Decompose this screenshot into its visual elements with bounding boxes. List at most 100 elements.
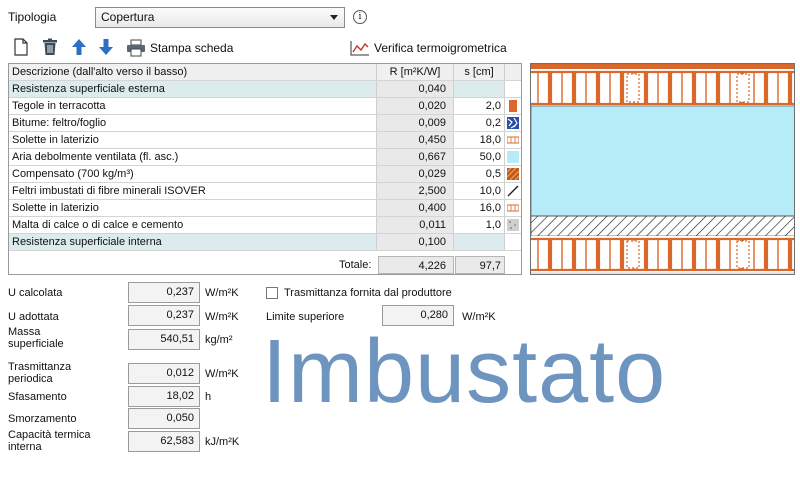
cross-section-drawing bbox=[531, 64, 794, 274]
brick-slab-top bbox=[531, 69, 794, 106]
mortar-layer bbox=[531, 272, 794, 274]
arrow-down-icon[interactable] bbox=[97, 38, 115, 56]
surface-mass-label-line1: Massa bbox=[8, 326, 41, 338]
air-swatch bbox=[507, 151, 519, 163]
typology-selected-value: Copertura bbox=[101, 10, 155, 24]
layer-swatch-cell bbox=[505, 200, 521, 216]
bitumen-swatch bbox=[507, 117, 519, 129]
surface-resistance-row[interactable]: Resistenza superficiale interna 0,100 bbox=[9, 234, 521, 251]
column-header-thickness: s [cm] bbox=[454, 64, 505, 80]
layer-description: Aria debolmente ventilata (fl. asc.) bbox=[9, 149, 377, 165]
total-resistance: 4,226 bbox=[378, 256, 454, 274]
damping-label: Smorzamento bbox=[8, 413, 77, 425]
hygrothermal-check-label: Verifica termoigrometrica bbox=[374, 41, 507, 55]
layer-row[interactable]: Feltri imbustati di fibre minerali ISOVE… bbox=[9, 183, 521, 200]
chart-line-icon bbox=[350, 41, 369, 56]
layer-description: Feltri imbustati di fibre minerali ISOVE… bbox=[9, 183, 377, 199]
layer-thickness: 0,2 bbox=[454, 115, 505, 131]
layer-description: Compensato (700 kg/m³) bbox=[9, 166, 377, 182]
layer-swatch-cell bbox=[505, 149, 521, 165]
phase-shift-unit: h bbox=[205, 391, 212, 403]
periodic-transmittance-unit: W/m²K bbox=[205, 368, 239, 380]
layer-thickness: 2,0 bbox=[454, 98, 505, 114]
new-document-icon[interactable] bbox=[13, 38, 29, 56]
layer-resistance: 0,450 bbox=[377, 132, 454, 148]
delete-icon[interactable] bbox=[41, 38, 59, 56]
layer-thickness: 0,5 bbox=[454, 166, 505, 182]
brick-swatch bbox=[507, 204, 519, 212]
damping-value: 0,050 bbox=[128, 408, 200, 429]
layer-swatch-cell bbox=[505, 166, 521, 182]
brick-swatch bbox=[507, 136, 519, 144]
layer-description: Bitume: feltro/foglio bbox=[9, 115, 377, 131]
internal-capacity-value: 62,583 bbox=[128, 431, 200, 452]
u-calculated-unit: W/m²K bbox=[205, 287, 239, 299]
layer-resistance: 0,667 bbox=[377, 149, 454, 165]
internal-capacity-label-line2: interna bbox=[8, 441, 42, 453]
periodic-transmittance-value: 0,012 bbox=[128, 363, 200, 384]
typology-select[interactable]: Copertura bbox=[95, 7, 345, 28]
column-header-swatch bbox=[505, 64, 521, 80]
surface-mass-label-line2: superficiale bbox=[8, 338, 64, 350]
layer-resistance: 0,011 bbox=[377, 217, 454, 233]
phase-shift-label: Sfasamento bbox=[8, 391, 67, 403]
air-layer bbox=[531, 105, 794, 217]
layer-resistance: 0,400 bbox=[377, 200, 454, 216]
periodic-transmittance-label-line2: periodica bbox=[8, 373, 53, 385]
total-thickness: 97,7 bbox=[455, 256, 505, 274]
layers-table: Descrizione (dall'alto verso il basso) R… bbox=[8, 63, 522, 275]
layer-row[interactable]: Aria debolmente ventilata (fl. asc.) 0,66… bbox=[9, 149, 521, 166]
mortar-swatch bbox=[507, 219, 519, 231]
layer-row[interactable]: Malta di calce o di calce e cemento 0,011… bbox=[9, 217, 521, 234]
layer-swatch-cell bbox=[505, 115, 521, 131]
layer-row[interactable]: Solette in laterizio 0,450 18,0 bbox=[9, 132, 521, 149]
felt-layer bbox=[531, 215, 794, 237]
layer-thickness: 50,0 bbox=[454, 149, 505, 165]
arrow-up-icon[interactable] bbox=[70, 38, 88, 56]
terracotta-swatch bbox=[509, 100, 517, 112]
internal-capacity-label-line1: Capacità termica bbox=[8, 429, 91, 441]
column-header-resistance: R [m²K/W] bbox=[377, 64, 454, 80]
layer-thickness bbox=[454, 81, 505, 97]
layer-description: Resistenza superficiale interna bbox=[9, 234, 377, 250]
layer-resistance: 0,100 bbox=[377, 234, 454, 250]
info-glyph: i bbox=[358, 12, 362, 22]
producer-transmittance-checkbox[interactable] bbox=[266, 287, 278, 299]
u-adopted-value[interactable]: 0,237 bbox=[128, 305, 200, 326]
terracotta-tile-layer bbox=[531, 64, 794, 69]
layer-thickness bbox=[454, 234, 505, 250]
brick-slab-bottom bbox=[531, 236, 794, 272]
u-adopted-unit: W/m²K bbox=[205, 311, 239, 323]
layer-thickness: 1,0 bbox=[454, 217, 505, 233]
layer-resistance: 0,020 bbox=[377, 98, 454, 114]
phase-shift-value: 18,02 bbox=[128, 386, 200, 407]
u-calculated-label: U calcolata bbox=[8, 287, 63, 299]
info-icon[interactable]: i bbox=[353, 10, 367, 24]
layer-swatch-cell bbox=[505, 217, 521, 233]
u-calculated-value: 0,237 bbox=[128, 282, 200, 303]
layer-resistance: 0,009 bbox=[377, 115, 454, 131]
plywood-swatch bbox=[507, 168, 519, 180]
layer-resistance: 0,040 bbox=[377, 81, 454, 97]
dropdown-caret-icon bbox=[330, 15, 338, 20]
layer-description: Malta di calce o di calce e cemento bbox=[9, 217, 377, 233]
surface-mass-unit: kg/m² bbox=[205, 334, 233, 346]
layer-row[interactable]: Compensato (700 kg/m³) 0,029 0,5 bbox=[9, 166, 521, 183]
layer-description: Solette in laterizio bbox=[9, 132, 377, 148]
printer-icon bbox=[127, 39, 145, 57]
producer-transmittance-label: Trasmittanza fornita dal produttore bbox=[284, 287, 452, 299]
column-header-description: Descrizione (dall'alto verso il basso) bbox=[9, 64, 377, 80]
layer-swatch-cell bbox=[505, 132, 521, 148]
felt-swatch bbox=[507, 185, 519, 197]
surface-resistance-row[interactable]: Resistenza superficiale esterna 0,040 bbox=[9, 81, 521, 98]
layer-row[interactable]: Solette in laterizio 0,400 16,0 bbox=[9, 200, 521, 217]
u-adopted-label: U adottata bbox=[8, 311, 59, 323]
total-label: Totale: bbox=[339, 259, 372, 271]
layer-resistance: 0,029 bbox=[377, 166, 454, 182]
print-sheet-label: Stampa scheda bbox=[150, 41, 234, 55]
layer-thickness: 18,0 bbox=[454, 132, 505, 148]
layer-thickness: 16,0 bbox=[454, 200, 505, 216]
layer-row[interactable]: Tegole in terracotta 0,020 2,0 bbox=[9, 98, 521, 115]
layer-thickness: 10,0 bbox=[454, 183, 505, 199]
layer-row[interactable]: Bitume: feltro/foglio 0,009 0,2 bbox=[9, 115, 521, 132]
